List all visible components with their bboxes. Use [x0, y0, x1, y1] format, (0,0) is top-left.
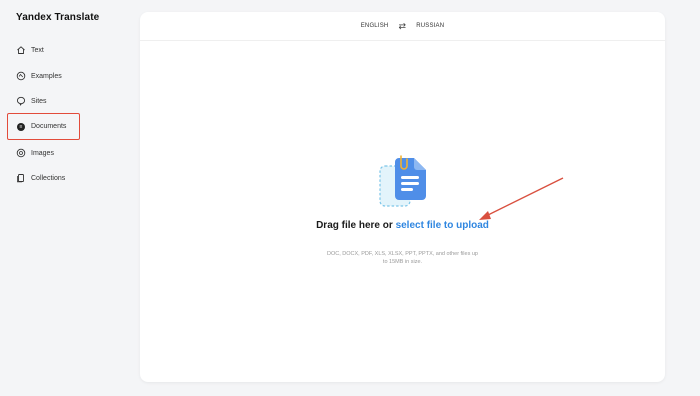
images-icon	[16, 148, 26, 158]
document-upload-icon	[379, 155, 426, 207]
sidebar-item-documents[interactable]: ≡ Documents	[7, 113, 80, 140]
collections-icon	[16, 173, 26, 183]
app-root: Yandex Translate Text Examples Sites ≡ D…	[0, 0, 700, 396]
language-bar: ENGLISH ⇄ RUSSIAN	[140, 12, 665, 41]
examples-icon	[16, 71, 26, 81]
drag-text: Drag file here or	[316, 220, 393, 231]
sidebar-item-collections[interactable]: Collections	[8, 168, 78, 188]
sidebar-item-label: Images	[31, 149, 54, 157]
documents-icon: ≡	[16, 122, 26, 132]
sidebar-item-images[interactable]: Images	[8, 143, 78, 163]
drop-zone-text[interactable]: Drag file here or select file to upload	[310, 220, 495, 232]
sidebar-item-label: Examples	[31, 72, 62, 80]
target-language-button[interactable]: RUSSIAN	[416, 23, 444, 29]
sidebar-item-label: Text	[31, 46, 44, 54]
select-file-link[interactable]: select file to upload	[396, 220, 489, 231]
app-title: Yandex Translate	[16, 12, 100, 23]
sidebar: Yandex Translate Text Examples Sites ≡ D…	[0, 0, 130, 396]
home-icon	[16, 45, 26, 55]
sidebar-item-label: Sites	[31, 97, 47, 105]
sites-icon	[16, 96, 26, 106]
source-language-button[interactable]: ENGLISH	[361, 23, 389, 29]
sidebar-item-label: Collections	[31, 174, 66, 182]
sidebar-item-text[interactable]: Text	[8, 40, 78, 60]
sidebar-item-examples[interactable]: Examples	[8, 66, 78, 86]
supported-formats-hint: DOC, DOCX, PDF, XLS, XLSX, PPT, PPTX, an…	[326, 251, 478, 265]
document-upload-panel: ENGLISH ⇄ RUSSIAN Drag file here or sele…	[140, 12, 665, 382]
swap-icon[interactable]: ⇄	[398, 21, 406, 31]
sidebar-item-sites[interactable]: Sites	[8, 91, 78, 111]
sidebar-item-label: Documents	[31, 123, 67, 130]
